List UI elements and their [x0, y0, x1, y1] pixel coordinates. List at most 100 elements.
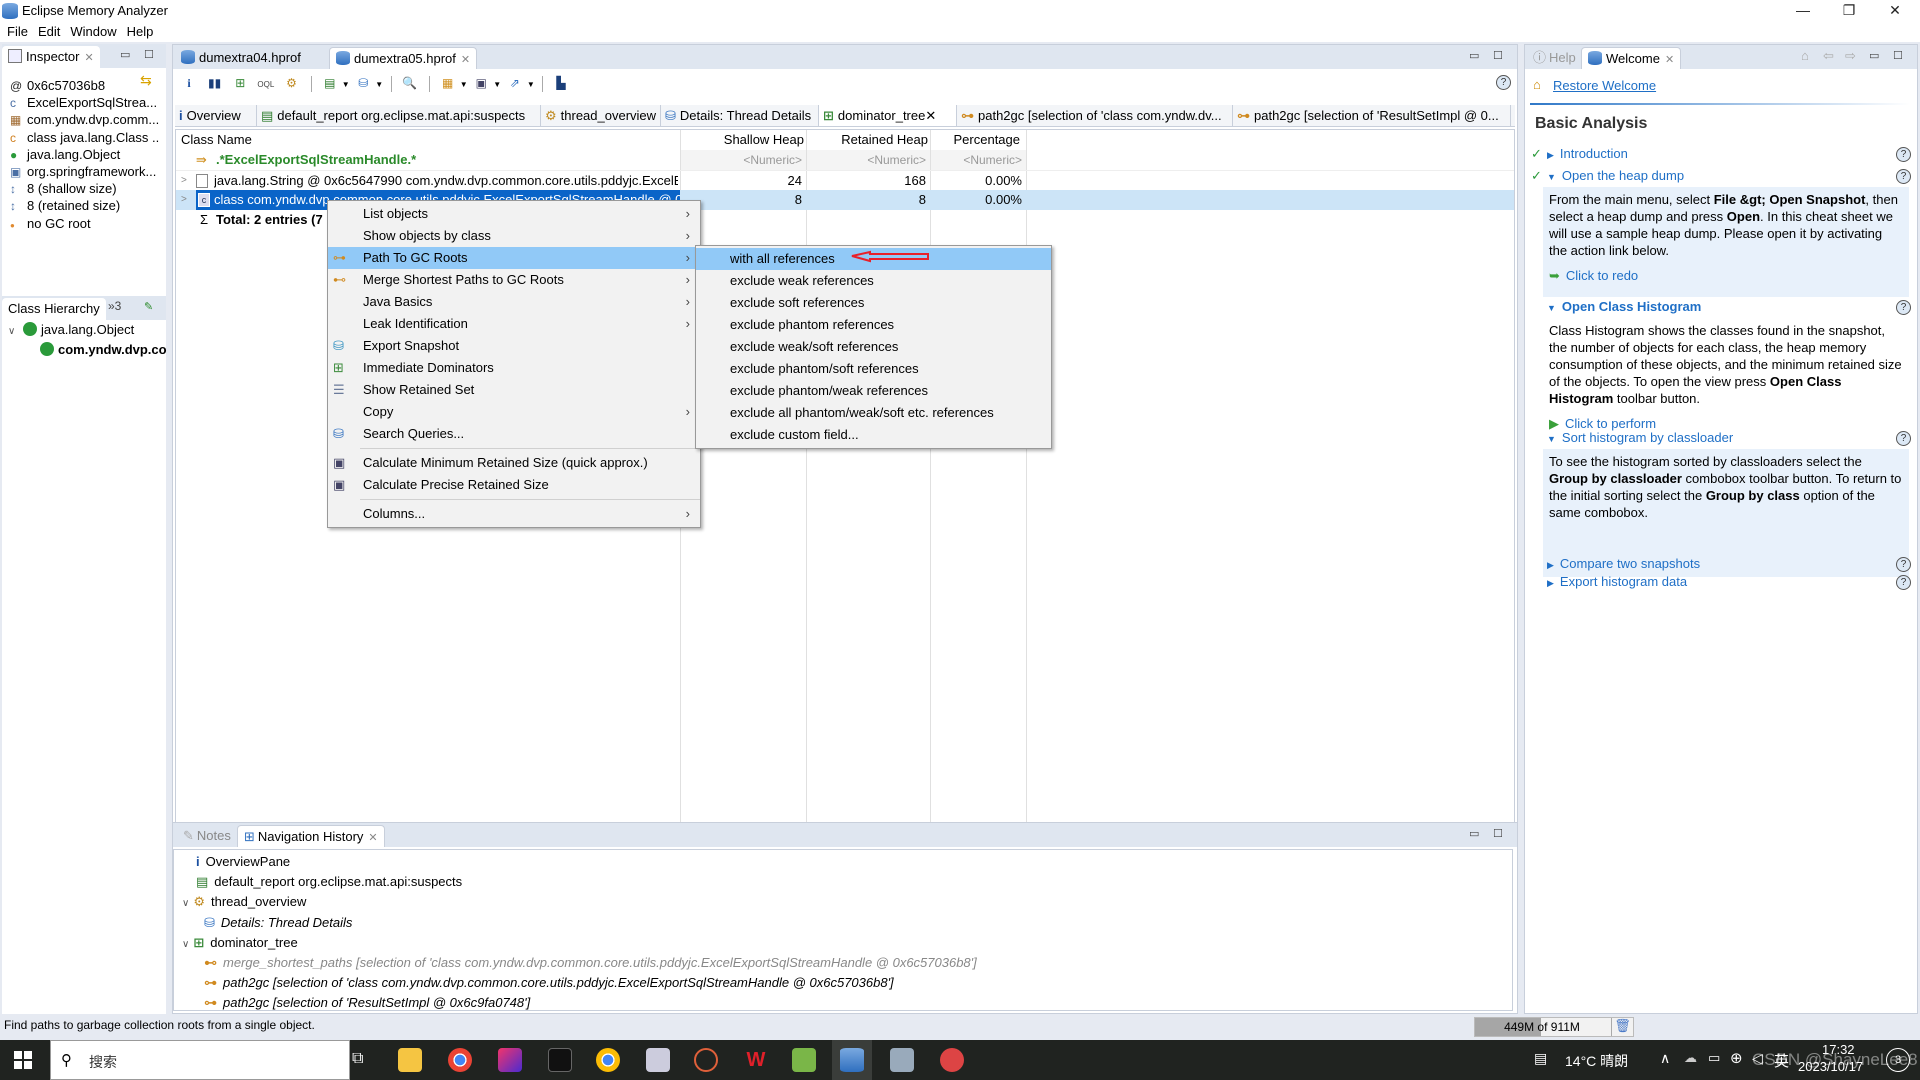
inspector-item[interactable]: @0x6c57036b8 [10, 77, 160, 94]
notepad-icon[interactable] [792, 1048, 816, 1072]
dropdown-icon[interactable]: ▼ [342, 80, 350, 89]
section-title[interactable]: Compare two snapshots [1560, 556, 1700, 571]
search-icon[interactable]: 🔍 [399, 73, 419, 93]
close-icon[interactable]: ✕ [1665, 54, 1674, 66]
back-icon[interactable]: ⇦ [1823, 48, 1834, 64]
retained-filter[interactable]: <Numeric> [807, 150, 930, 170]
network-icon[interactable]: ⊕ [1730, 1049, 1743, 1067]
hierarchy-item-root[interactable]: ∨ java.lang.Object [8, 320, 134, 340]
context-menu-item[interactable]: Leak Identification › [328, 313, 700, 335]
chevron-down-icon[interactable]: ∨ [182, 898, 189, 909]
pin-icon[interactable]: ✎ [144, 300, 153, 313]
tab-dumextra05[interactable]: dumextra05.hprof ✕ [329, 47, 478, 69]
column-percentage[interactable]: Percentage [934, 130, 1024, 150]
chevron-up-icon[interactable]: ∧ [1660, 1050, 1670, 1067]
context-menu-item[interactable]: Copy › [328, 401, 700, 423]
minimize-view-icon[interactable]: ▭ [1869, 49, 1879, 62]
chrome-icon[interactable] [596, 1048, 620, 1072]
percentage-filter[interactable]: <Numeric> [931, 150, 1026, 170]
context-menu-item[interactable]: Columns... › [328, 503, 700, 525]
table-row[interactable]: > java.lang.String @ 0x6c5647990 com.ynd… [176, 170, 1514, 190]
context-menu-item[interactable]: Show objects by class › [328, 225, 700, 247]
caret-right-icon[interactable]: ▶ [1547, 578, 1554, 588]
history-item[interactable]: ⊶ path2gc [selection of 'class com.yndw.d… [204, 973, 894, 993]
section-title[interactable]: Sort histogram by classloader [1562, 430, 1733, 445]
battery-icon[interactable]: ▭ [1708, 1050, 1720, 1066]
inspector-item[interactable]: ↕ 8 (shallow size) [10, 180, 160, 197]
maximize-view-icon[interactable]: ☐ [144, 48, 154, 61]
menu-help[interactable]: Help [122, 22, 159, 42]
dropdown-icon[interactable]: ▼ [460, 80, 468, 89]
mat-taskbar-active[interactable] [832, 1040, 872, 1080]
terminal-icon[interactable] [548, 1048, 572, 1072]
submenu-item[interactable]: exclude weak/soft references [696, 336, 1051, 358]
help-icon[interactable]: ? [1896, 147, 1911, 162]
history-item[interactable]: ▤ default_report org.eclipse.mat.api:susp… [182, 872, 462, 892]
query-tab[interactable]: ⚙ thread_overview [541, 105, 661, 126]
section-title[interactable]: Introduction [1560, 146, 1628, 161]
inspector-item[interactable]: ▦ com.yndw.dvp.comm... [10, 111, 160, 128]
maximize-view-icon[interactable]: ☐ [1493, 49, 1503, 62]
help-icon[interactable]: ? [1896, 431, 1911, 446]
minimize-view-icon[interactable]: ▭ [1469, 49, 1479, 62]
query-tab[interactable]: ⊶ path2gc [selection of 'class com.yndw.d… [957, 105, 1233, 126]
caret-down-icon[interactable]: ▼ [1547, 303, 1556, 313]
tab-navigation-history[interactable]: ⊞ Navigation History ✕ [237, 825, 385, 847]
submenu-item[interactable]: exclude soft references [696, 292, 1051, 314]
caret-down-icon[interactable]: ▼ [1547, 172, 1556, 182]
section-title[interactable]: Open Class Histogram [1562, 299, 1701, 314]
chevron-right-icon[interactable]: > [181, 171, 187, 191]
group-by-icon[interactable]: ▦ [438, 73, 458, 93]
maximize-view-icon[interactable]: ☐ [1493, 827, 1503, 840]
submenu-item[interactable]: exclude phantom/soft references [696, 358, 1051, 380]
context-menu-item[interactable]: ⛁ Search Queries... [328, 423, 700, 445]
help-icon[interactable]: ? [1896, 575, 1911, 590]
file-explorer-icon[interactable] [398, 1048, 422, 1072]
inspector-item[interactable]: ● java.lang.Object [10, 146, 160, 163]
help-icon[interactable]: ? [1496, 75, 1511, 90]
histogram-icon[interactable]: ▮▮ [205, 73, 225, 93]
windows-start-icon[interactable] [14, 1051, 32, 1069]
restore-welcome-link[interactable]: Restore Welcome [1553, 78, 1656, 93]
anaconda-icon[interactable] [694, 1048, 718, 1072]
tab-notes[interactable]: ✎ Notes [177, 825, 237, 847]
caret-down-icon[interactable]: ▼ [1547, 434, 1556, 444]
export-icon[interactable]: ⇗ [505, 73, 525, 93]
resource-monitor-icon[interactable] [646, 1048, 670, 1072]
minimize-view-icon[interactable]: ▭ [1469, 827, 1479, 840]
tab-welcome[interactable]: Welcome ✕ [1581, 47, 1682, 69]
help-icon[interactable]: ? [1896, 300, 1911, 315]
inspector-item[interactable]: ● no GC root [10, 215, 160, 232]
cheatsheet-section-header[interactable]: ▼ Sort histogram by classloader? [1531, 429, 1911, 447]
close-icon[interactable]: ✕ [925, 108, 936, 123]
submenu-item[interactable]: exclude all phantom/weak/soft etc. refer… [696, 402, 1051, 424]
tab-class-hierarchy[interactable]: Class Hierarchy [2, 298, 106, 320]
submenu-item[interactable]: exclude phantom references [696, 314, 1051, 336]
paint-icon[interactable] [890, 1048, 914, 1072]
column-retained-heap[interactable]: Retained Heap [812, 130, 932, 150]
caret-right-icon[interactable]: ▶ [1547, 560, 1554, 570]
taskbar-search[interactable]: ⚲ 搜索 [50, 1040, 350, 1080]
close-icon[interactable]: ✕ [368, 832, 377, 844]
context-menu-item[interactable]: ☰ Show Retained Set [328, 379, 700, 401]
dominator-tree-icon[interactable]: ⊞ [230, 73, 250, 93]
cheatsheet-section-header[interactable]: ✓ ▼ Open the heap dump? [1531, 167, 1911, 185]
section-action[interactable]: ➥ Click to redo [1549, 267, 1903, 284]
context-menu-item[interactable]: ▣ Calculate Precise Retained Size [328, 474, 700, 496]
intellij-icon[interactable] [498, 1048, 522, 1072]
history-item[interactable]: ∨ ⚙ thread_overview [182, 892, 306, 912]
menu-window[interactable]: Window [65, 22, 121, 42]
column-shallow-heap[interactable]: Shallow Heap [686, 130, 808, 150]
chrome-icon[interactable] [448, 1048, 472, 1072]
query-browser-icon[interactable]: ⛁ [353, 73, 373, 93]
context-menu-item[interactable]: ⊶ Path To GC Roots › [328, 247, 700, 269]
oql-icon[interactable]: OQL [256, 75, 276, 95]
history-item[interactable]: ∨ ⊞ dominator_tree [182, 933, 298, 953]
class-name-filter[interactable]: .*ExcelExportSqlStreamHandle.* [216, 150, 416, 170]
context-menu-item[interactable]: ▣ Calculate Minimum Retained Size (quick … [328, 452, 700, 474]
news-icon[interactable]: ▤ [1534, 1050, 1547, 1067]
onedrive-icon[interactable]: ☁ [1684, 1050, 1697, 1066]
close-button[interactable]: ✕ [1872, 0, 1918, 22]
context-menu-item[interactable]: ⊷ Merge Shortest Paths to GC Roots › [328, 269, 700, 291]
shallow-filter[interactable]: <Numeric> [681, 150, 806, 170]
